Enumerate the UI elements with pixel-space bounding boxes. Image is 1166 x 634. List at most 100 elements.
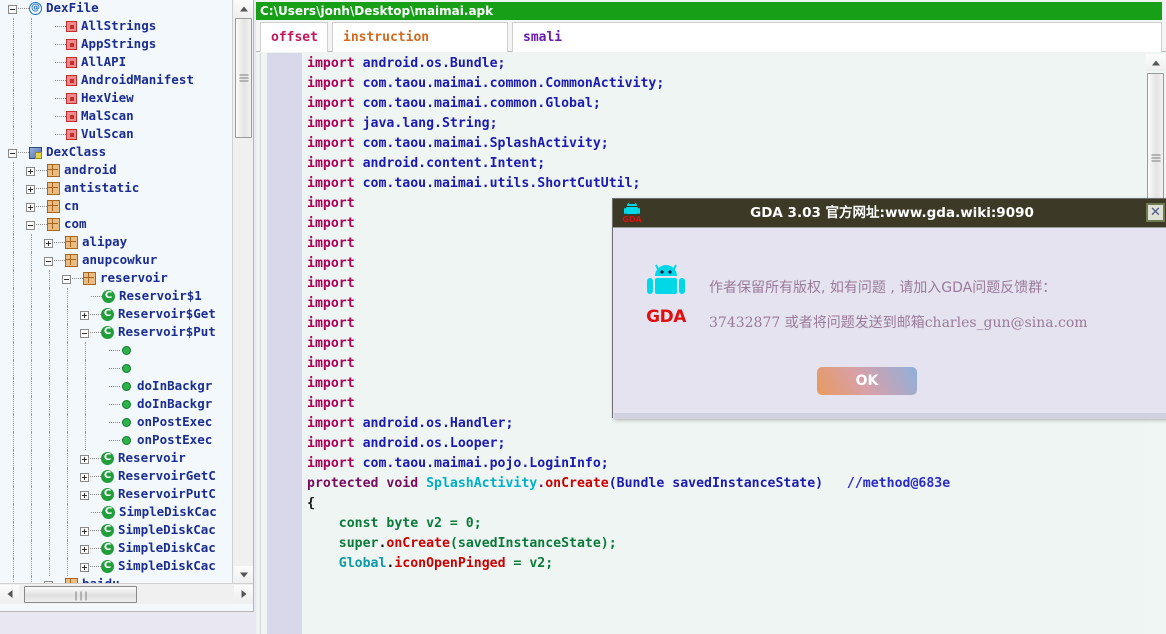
dialog-bottom-strip [614,413,1166,419]
code-token: import [307,236,355,251]
tree-item-malscan[interactable]: MalScan [0,108,232,126]
tree-item-appstrings[interactable]: AppStrings [0,36,232,54]
tree-item-reservoir[interactable]: CReservoir [0,450,232,468]
tree-item-com[interactable]: com [0,216,232,234]
tree-collapse-toggle[interactable] [80,329,89,338]
tree-item-doinbackgr[interactable]: doInBackgr [0,378,232,396]
tree-item-android[interactable]: android [0,162,232,180]
tree-item-label: antistatic [64,180,139,195]
code-line: import com.taou.maimai.utils.ShortCutUti… [307,174,1162,194]
tree-expand-toggle[interactable] [80,473,89,482]
code-line: import android.content.Intent; [307,154,1162,174]
chevron-up-icon [1152,60,1160,65]
tree-item-cn[interactable]: cn [0,198,232,216]
tree-item-simplediskcac[interactable]: CSimpleDiskCac [0,522,232,540]
tree-item-hexview[interactable]: HexView [0,90,232,108]
tree-expand-toggle[interactable] [26,203,35,212]
tab-smali[interactable]: smali [512,22,1162,52]
tree-item-reservoir[interactable]: reservoir [0,270,232,288]
code-token: com.taou.maimai.SplashActivity; [363,136,609,151]
tree-item-onpostexec[interactable]: onPostExec [0,432,232,450]
package-icon [65,236,78,249]
tree-item-allstrings[interactable]: AllStrings [0,18,232,36]
tree-item-reservoir-put[interactable]: CReservoir$Put [0,324,232,342]
tree-item-reservoirgetc[interactable]: CReservoirGetC [0,468,232,486]
tree-item-reservoir-get[interactable]: CReservoir$Get [0,306,232,324]
tree-expand-toggle[interactable] [26,185,35,194]
tree-item-doinbackgr[interactable]: doInBackgr [0,396,232,414]
tree-item-label: cn [64,198,79,213]
code-token: SplashActivity [426,476,537,491]
tree-item-onpostexec[interactable]: onPostExec [0,414,232,432]
tree-item--init-[interactable] [0,360,232,378]
code-token: com.taou.maimai.pojo.LoginInfo; [363,456,609,471]
tree-item-reservoir-1[interactable]: CReservoir$1 [0,288,232,306]
class-tree-scroll-area[interactable]: @DexFileAllStringsAppStringsAllAPIAndroi… [0,0,232,583]
tree-scroll-up-button[interactable] [234,0,253,17]
tree-guide-line [90,476,101,477]
tree-item-dexclass[interactable]: DexClass [0,144,232,162]
tree-guide-line [109,422,120,423]
tree-collapse-toggle[interactable] [8,5,17,14]
code-token: v2 = 0; [426,516,482,531]
tree-item-simplediskcac[interactable]: CSimpleDiskCac [0,504,232,522]
tree-item-label: anupcowkur [82,252,157,267]
code-token: android.content.Intent; [363,156,546,171]
tree-guide-line [90,314,101,315]
tree-expand-toggle[interactable] [80,545,89,554]
method-icon [122,364,131,373]
tree-expand-toggle[interactable] [44,239,53,248]
class-icon: C [101,452,114,465]
tree-item--init-[interactable] [0,342,232,360]
tree-scroll-left-button[interactable] [0,585,19,602]
code-scroll-up-button[interactable] [1146,54,1165,71]
tree-item-alipay[interactable]: alipay [0,234,232,252]
tab-offset[interactable]: offset [260,22,328,52]
tree-item-anupcowkur[interactable]: anupcowkur [0,252,232,270]
class-tree-rows: @DexFileAllStringsAppStringsAllAPIAndroi… [0,0,232,583]
tree-expand-toggle[interactable] [80,491,89,500]
red-box-icon [66,57,77,68]
code-token: import [307,96,363,111]
code-token [307,556,339,571]
tree-vertical-scrollbar[interactable] [232,0,253,583]
at-icon: @ [29,2,42,15]
dialog-message-line-2: 37432877 或者将问题发送到邮箱charles_gun@sina.com [709,312,1088,332]
tree-scroll-down-button[interactable] [234,566,253,583]
tree-horizontal-scrollbar[interactable] [0,583,253,604]
dialog-close-button[interactable]: ✕ [1146,203,1165,222]
code-token: iconOpenPinged [394,556,505,571]
tree-expand-toggle[interactable] [26,167,35,176]
tab-instruction[interactable]: instruction [332,22,508,52]
code-token: import [307,116,363,131]
tree-collapse-toggle[interactable] [44,257,53,266]
tree-item-label: AndroidManifest [81,72,194,87]
tree-item-baidu[interactable]: baidu [0,576,232,583]
tree-item-androidmanifest[interactable]: AndroidManifest [0,72,232,90]
dialog-ok-button[interactable]: OK [817,367,917,395]
dialog-message-line-1: 作者保留所有版权, 如有问题 , 请加入GDA问题反馈群： [709,277,1056,297]
code-token: onCreate [386,536,450,551]
tree-scroll-right-button[interactable] [234,585,253,602]
tree-expand-toggle[interactable] [80,455,89,464]
tree-expand-toggle[interactable] [80,527,89,536]
tree-expand-toggle[interactable] [80,311,89,320]
tree-item-dexfile[interactable]: @DexFile [0,0,232,18]
tree-expand-toggle[interactable] [80,563,89,572]
tree-item-simplediskcac[interactable]: CSimpleDiskCac [0,540,232,558]
red-box-icon [66,39,77,50]
tree-item-reservoirputc[interactable]: CReservoirPutC [0,486,232,504]
tree-hscrollbar-thumb[interactable] [24,586,137,603]
gda-logo-text: GDA [635,307,697,327]
code-token: com.taou.maimai.common.CommonActivity; [363,76,665,91]
tree-scrollbar-thumb[interactable] [235,18,252,138]
tree-item-antistatic[interactable]: antistatic [0,180,232,198]
tree-collapse-toggle[interactable] [26,221,35,230]
tree-item-allapi[interactable]: AllAPI [0,54,232,72]
tree-item-simplediskcac[interactable]: CSimpleDiskCac [0,558,232,576]
tree-item-label: ReservoirGetC [118,468,216,483]
code-token: import [307,196,355,211]
tree-collapse-toggle[interactable] [62,275,71,284]
tree-item-vulscan[interactable]: VulScan [0,126,232,144]
tree-collapse-toggle[interactable] [8,149,17,158]
